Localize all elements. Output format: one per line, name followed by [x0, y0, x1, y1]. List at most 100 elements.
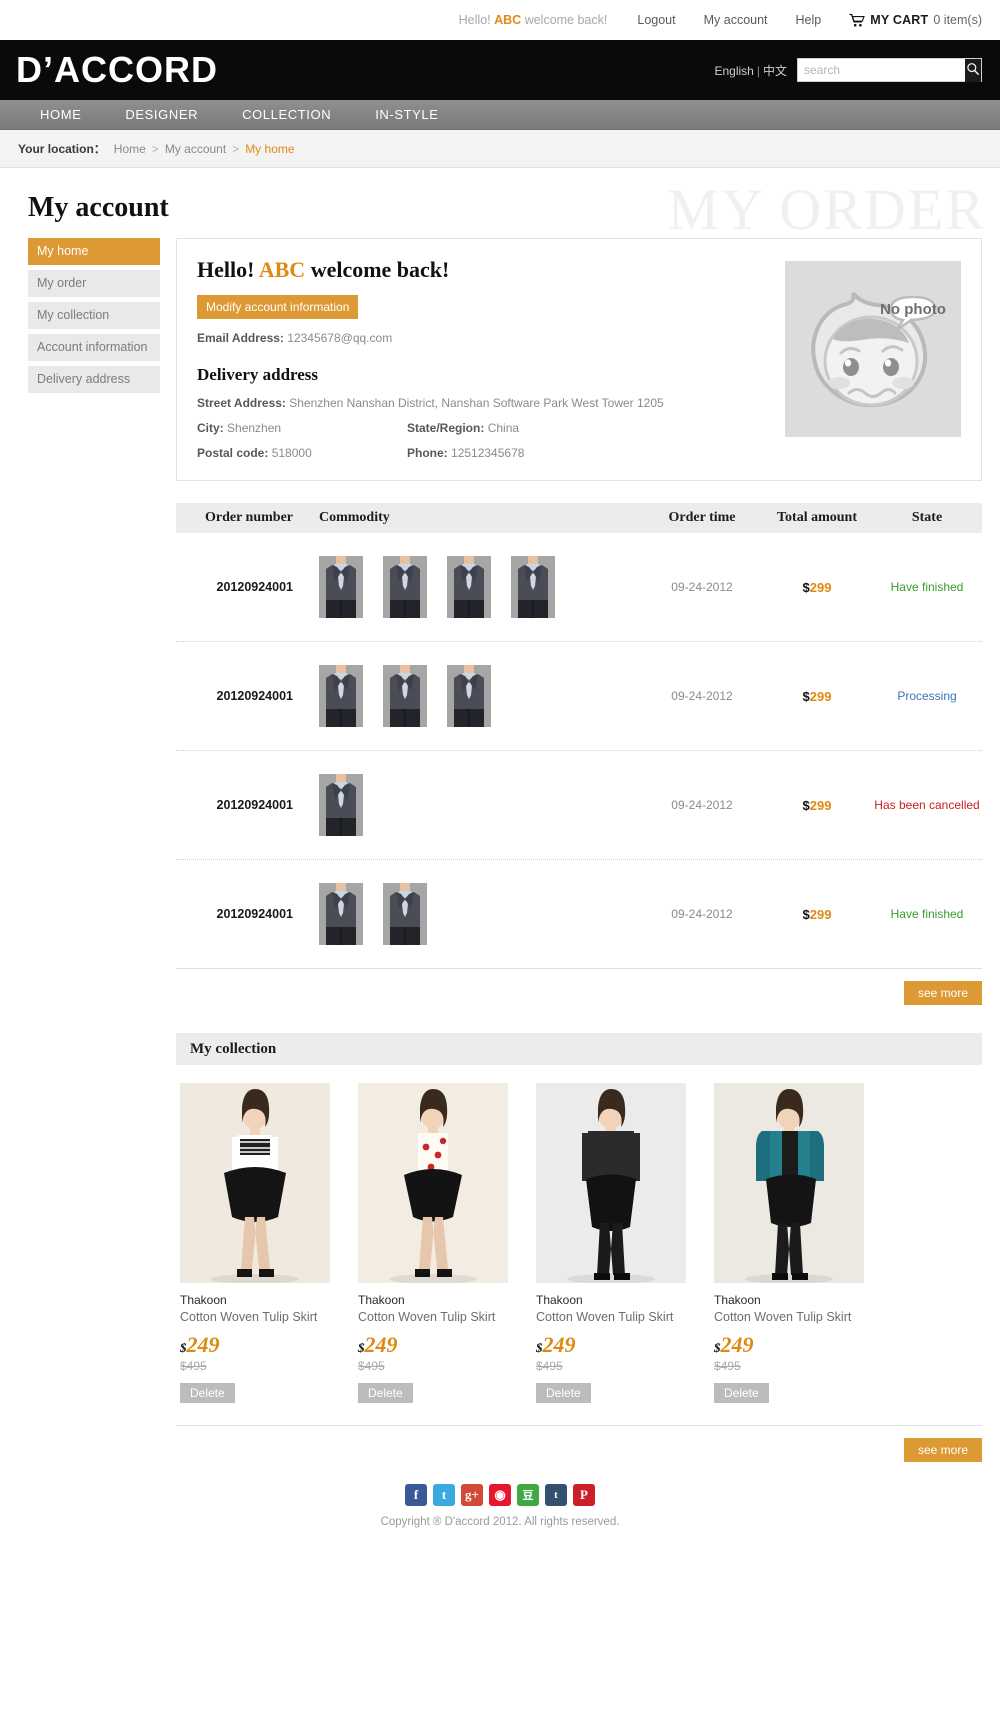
sina-weibo-icon[interactable]: ◉ [489, 1484, 511, 1506]
my-account-link[interactable]: My account [704, 13, 768, 27]
twitter-icon[interactable]: t [433, 1484, 455, 1506]
orders-header-time: Order time [668, 510, 736, 525]
product-thumbnail[interactable] [447, 665, 491, 727]
product-image[interactable] [180, 1083, 330, 1283]
pinterest-icon[interactable]: P [573, 1484, 595, 1506]
product-image[interactable] [714, 1083, 864, 1283]
order-commodity-thumbnails [301, 556, 642, 618]
phone-label: Phone: [407, 446, 448, 460]
orders-table-header: Order number Commodity Order time Total … [176, 503, 982, 533]
product-thumbnail[interactable] [383, 556, 427, 618]
status-badge: Processing [897, 689, 957, 703]
price-value: 249 [364, 1332, 398, 1357]
product-thumbnail[interactable] [319, 556, 363, 618]
delete-button[interactable]: Delete [358, 1383, 413, 1403]
help-link[interactable]: Help [796, 13, 822, 27]
modify-account-information-button[interactable]: Modify account information [197, 295, 359, 319]
currency-symbol: $ [802, 688, 810, 704]
collection-card: Thakoon Cotton Woven Tulip Skirt $249 $495 D… [358, 1083, 508, 1403]
nav-item-in-style[interactable]: IN-STYLE [353, 107, 460, 122]
product-thumbnail[interactable] [383, 883, 427, 945]
product-thumbnail[interactable] [447, 556, 491, 618]
phone-value: 12512345678 [451, 446, 525, 460]
amount-value: 299 [809, 579, 832, 595]
product-image[interactable] [536, 1083, 686, 1283]
page-title: My account [28, 192, 169, 223]
sidebar-item-delivery-address[interactable]: Delivery address [28, 366, 160, 393]
tumblr-icon[interactable]: t [545, 1484, 567, 1506]
price-value: 249 [542, 1332, 576, 1357]
email-row: Email Address: 12345678@qq.com [197, 331, 785, 345]
product-name[interactable]: Cotton Woven Tulip Skirt [536, 1310, 686, 1324]
orders-see-more-button[interactable]: see more [903, 981, 982, 1005]
email-label: Email Address: [197, 331, 284, 345]
sidebar-item-my-home[interactable]: My home [28, 238, 160, 265]
product-thumbnail[interactable] [511, 556, 555, 618]
delete-button[interactable]: Delete [714, 1383, 769, 1403]
product-thumbnail[interactable] [383, 665, 427, 727]
account-greeting-suffix: welcome back! [310, 257, 450, 282]
city-state-row: City: Shenzhen State/Region: China [197, 421, 785, 435]
no-photo-text: No photo [880, 301, 946, 318]
order-commodity-thumbnails [301, 774, 642, 836]
site-logo[interactable]: D’ACCORD [16, 49, 218, 91]
collection-see-more-wrap: see more [176, 1426, 982, 1462]
product-old-price: $495 [536, 1359, 563, 1373]
site-header: D’ACCORD English | 中文 [0, 40, 1000, 100]
product-brand: Thakoon [536, 1293, 583, 1307]
postal-code-label: Postal code: [197, 446, 269, 460]
facebook-icon[interactable]: f [405, 1484, 427, 1506]
product-thumbnail[interactable] [319, 774, 363, 836]
breadcrumb-my-account[interactable]: My account [165, 142, 226, 156]
delete-button[interactable]: Delete [536, 1383, 591, 1403]
product-name[interactable]: Cotton Woven Tulip Skirt [180, 1310, 330, 1324]
collection-see-more-button[interactable]: see more [903, 1438, 982, 1462]
cart-button[interactable]: MY CART 0 item(s) [849, 13, 982, 27]
product-name[interactable]: Cotton Woven Tulip Skirt [358, 1310, 508, 1324]
delete-button[interactable]: Delete [180, 1383, 235, 1403]
breadcrumb-home[interactable]: Home [114, 142, 146, 156]
avatar[interactable]: No photo [785, 261, 961, 437]
state-cell: State/Region: China [407, 421, 519, 435]
search-icon [966, 62, 980, 79]
account-main: Hello! ABC welcome back! Modify account … [176, 238, 982, 1462]
username-text: ABC [494, 13, 522, 27]
sidebar-item-my-collection[interactable]: My collection [28, 302, 160, 329]
search-input[interactable] [798, 59, 965, 81]
product-thumbnail[interactable] [319, 665, 363, 727]
nav-item-collection[interactable]: COLLECTION [220, 107, 353, 122]
table-row[interactable]: 20120924001 09-24-2012 $299 Has been cancel… [176, 751, 982, 860]
googleplus-icon[interactable]: g+ [461, 1484, 483, 1506]
language-english[interactable]: English [715, 64, 754, 78]
product-thumbnail[interactable] [319, 883, 363, 945]
search-box[interactable] [797, 58, 982, 82]
collection-card-list: Thakoon Cotton Woven Tulip Skirt $249 $495 D… [176, 1065, 982, 1403]
product-name[interactable]: Cotton Woven Tulip Skirt [714, 1310, 864, 1324]
douban-icon[interactable]: 豆 [517, 1484, 539, 1506]
utility-bar: Hello! ABC welcome back! Logout My accou… [0, 0, 1000, 40]
orders-table-body: 20120924001 09-24-2012 $299 Have finished 20… [176, 533, 982, 969]
sidebar-item-my-order[interactable]: My order [28, 270, 160, 297]
orders-table: Order number Commodity Order time Total … [176, 503, 982, 1005]
order-total-amount: $299 [762, 798, 872, 813]
search-button[interactable] [965, 58, 981, 82]
logout-link[interactable]: Logout [637, 13, 675, 27]
breadcrumb-separator: > [151, 141, 159, 156]
table-row[interactable]: 20120924001 09-24-2012 $299 Have finished [176, 860, 982, 969]
body-columns: My home My order My collection Account i… [18, 238, 982, 1462]
product-image[interactable] [358, 1083, 508, 1283]
orders-header-commodity: Commodity [319, 510, 390, 525]
city-cell: City: Shenzhen [197, 421, 407, 435]
nav-item-home[interactable]: HOME [18, 107, 103, 122]
order-time: 09-24-2012 [671, 689, 733, 703]
sidebar-item-account-information[interactable]: Account information [28, 334, 160, 361]
table-row[interactable]: 20120924001 09-24-2012 $299 Have finished [176, 533, 982, 642]
language-chinese[interactable]: 中文 [763, 64, 787, 78]
table-row[interactable]: 20120924001 09-24-2012 $299 Processing [176, 642, 982, 751]
amount-value: 299 [809, 688, 832, 704]
language-switcher[interactable]: English | 中文 [715, 62, 788, 79]
breadcrumb-label: Your location： [18, 142, 106, 156]
orders-see-more-wrap: see more [176, 969, 982, 1005]
nav-item-designer[interactable]: DESIGNER [103, 107, 220, 122]
order-time: 09-24-2012 [671, 580, 733, 594]
